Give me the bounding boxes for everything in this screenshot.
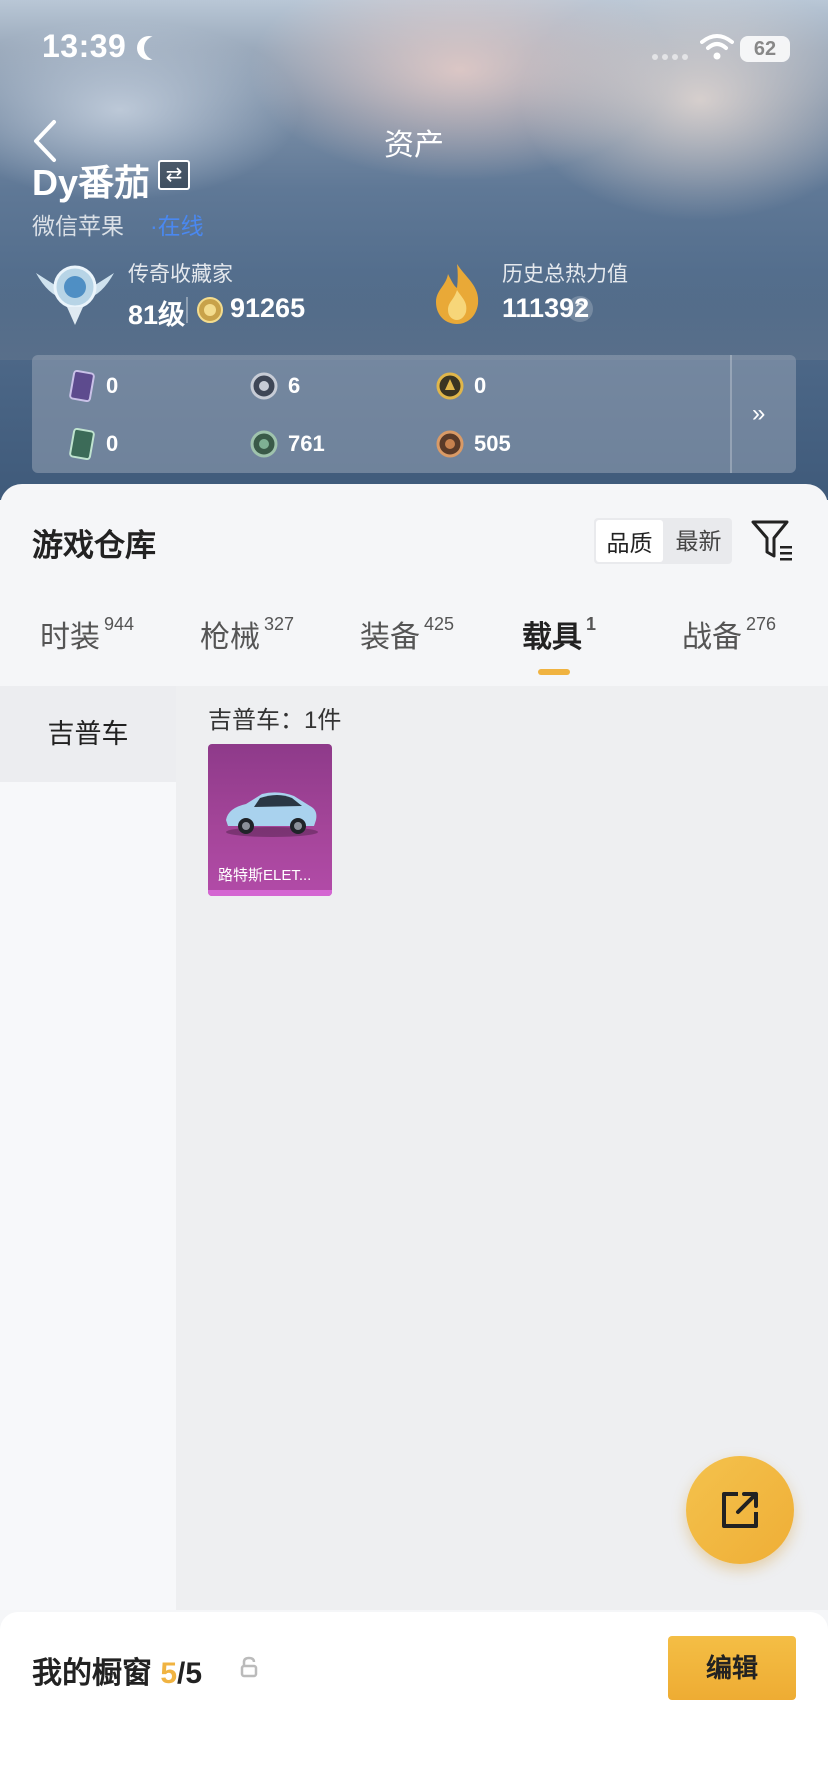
player-level: 81级 — [128, 300, 186, 330]
chevron-double-right-icon[interactable]: » — [752, 400, 765, 428]
battery-indicator: 62 — [740, 36, 790, 62]
sort-latest-option[interactable]: 最新 — [665, 518, 732, 564]
emblem-gold-icon — [436, 372, 464, 400]
tab-count: 944 — [104, 614, 135, 634]
resource-item: 505 — [436, 428, 511, 460]
coin-count: 91265 — [230, 293, 306, 323]
tab-count: 276 — [746, 614, 777, 634]
category-tabs: 时装 944 枪械 327 装备 425 载具 1 战备 276 — [0, 612, 828, 684]
share-button[interactable] — [686, 1456, 794, 1564]
asset-page: 13:39 62 资产 Dy番茄 ⇄ 微信苹果 ·在线 传奇收藏家 81级 91… — [0, 0, 828, 1792]
share-icon — [722, 1492, 758, 1528]
active-tab-indicator — [538, 669, 570, 675]
card-purple-icon — [69, 370, 95, 402]
tab-label: 战备 — [682, 621, 742, 654]
tab-weapons[interactable]: 枪械 327 — [200, 612, 294, 656]
side-nav — [0, 686, 176, 1610]
resource-value: 0 — [474, 373, 487, 398]
tab-count: 1 — [586, 614, 597, 634]
showcase-total: /5 — [177, 1657, 203, 1690]
resource-value: 6 — [288, 373, 301, 398]
rank-badge-icon — [36, 265, 114, 325]
username: Dy番茄 — [32, 162, 151, 203]
resource-value: 761 — [288, 431, 325, 456]
status-time: 13:39 — [42, 28, 127, 64]
edit-button[interactable]: 编辑 — [668, 1636, 796, 1700]
coin-icon — [197, 297, 223, 323]
tab-vehicles[interactable]: 载具 1 — [522, 612, 596, 656]
vehicle-name: 路特斯ELET... — [218, 867, 312, 884]
resource-item: 761 — [250, 428, 325, 460]
moon-icon — [144, 36, 168, 60]
tab-count: 425 — [424, 614, 455, 634]
resource-item: 0 — [436, 370, 486, 402]
online-status: ·在线 — [150, 213, 204, 239]
heat-label: 历史总热力值 — [502, 263, 628, 286]
sort-toggle[interactable]: 品质 最新 — [594, 518, 732, 564]
tab-label: 装备 — [360, 621, 420, 654]
platform-label: 微信苹果 — [32, 213, 124, 239]
wifi-icon — [700, 34, 734, 60]
tab-label: 载具 — [522, 621, 582, 654]
resource-panel[interactable] — [32, 355, 796, 473]
flame-icon — [436, 264, 479, 324]
resource-value: 0 — [106, 373, 119, 398]
swap-account-icon[interactable]: ⇄ — [158, 160, 190, 190]
tab-fashion[interactable]: 时装 944 — [40, 612, 134, 656]
warehouse-title: 游戏仓库 — [32, 528, 156, 563]
tab-count: 327 — [264, 614, 295, 634]
filter-icon[interactable] — [750, 518, 794, 564]
side-nav-item-jeep[interactable]: 吉普车 — [0, 686, 176, 782]
showcase-label: 我的橱窗 5/5 — [32, 1648, 202, 1692]
lock-icon — [240, 1656, 258, 1678]
card-green-icon — [69, 428, 95, 460]
showcase-current: 5 — [160, 1657, 178, 1690]
resource-item: 6 — [250, 370, 300, 402]
sort-quality-option[interactable]: 品质 — [596, 520, 663, 562]
help-icon[interactable]: ? — [567, 296, 593, 322]
rank-title: 传奇收藏家 — [128, 263, 233, 286]
showcase-title: 我的橱窗 — [32, 1657, 152, 1690]
orb-green-icon — [250, 430, 278, 458]
vehicle-card[interactable]: 路特斯ELET... — [208, 744, 332, 896]
group-title: 吉普车：1件 — [208, 707, 342, 734]
resource-item: 0 — [68, 370, 118, 402]
tab-label: 时装 — [40, 621, 100, 654]
medal-silver-icon — [250, 372, 278, 400]
tab-equipment[interactable]: 装备 425 — [360, 612, 454, 656]
cellular-signal-icon — [652, 54, 688, 60]
resource-item: 0 — [68, 428, 118, 460]
car-icon — [226, 792, 318, 837]
resource-value: 0 — [106, 431, 119, 456]
resource-value: 505 — [474, 431, 511, 456]
orb-bronze-icon — [436, 430, 464, 458]
tab-supplies[interactable]: 战备 276 — [682, 612, 776, 656]
tab-label: 枪械 — [200, 621, 260, 654]
